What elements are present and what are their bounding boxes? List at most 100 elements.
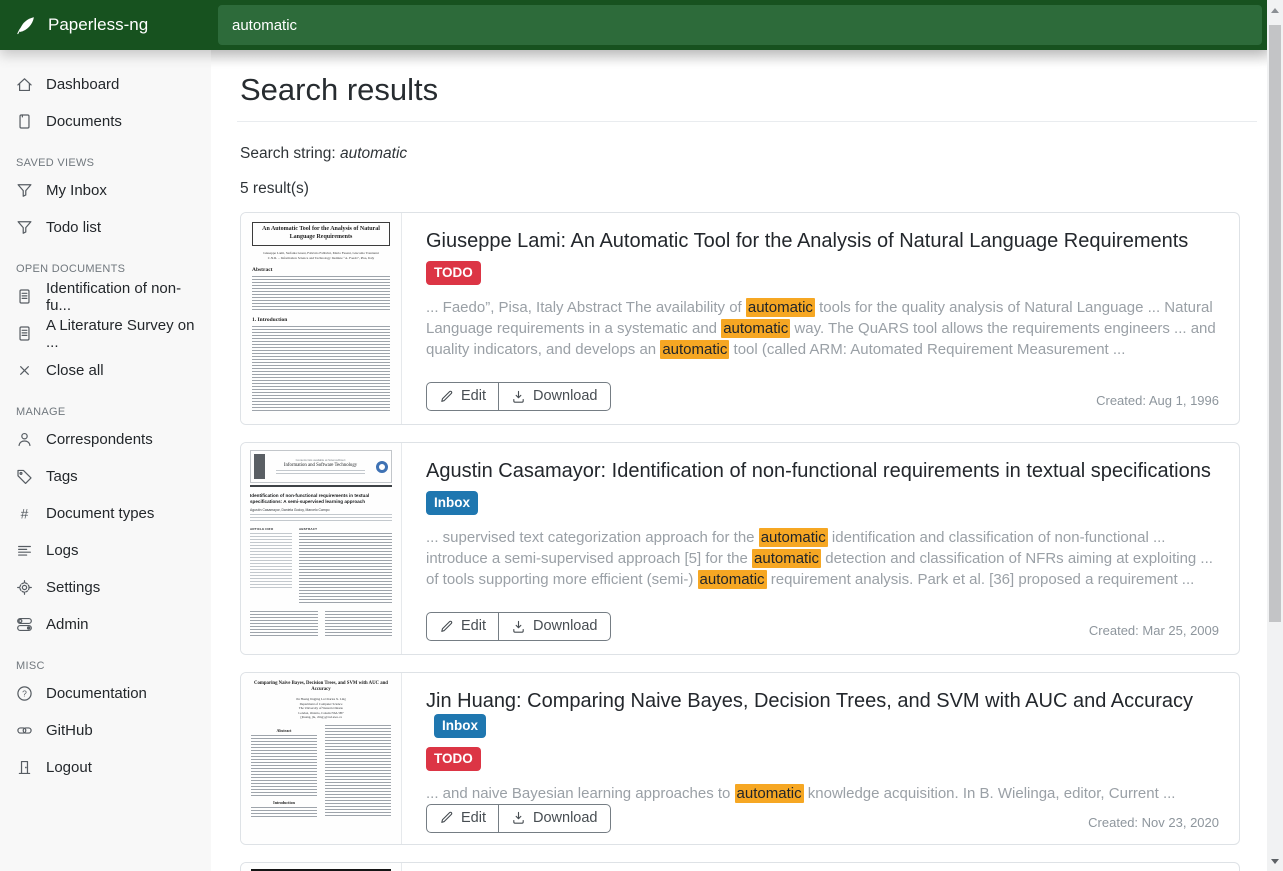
sidebar-item-correspondents[interactable]: Correspondents (0, 421, 211, 458)
sidebar-item-label: Documentation (46, 685, 147, 702)
app-title: Paperless-ng (48, 15, 148, 35)
document-thumbnail[interactable] (241, 863, 402, 871)
sidebar-item-admin[interactable]: Admin (0, 606, 211, 643)
top-bar: Paperless-ng (0, 0, 1267, 50)
tag-badge-inbox[interactable]: Inbox (434, 714, 486, 738)
thumb-paper-authors: Agustín Casamayor, Daniela Godoy, Marcel… (250, 508, 392, 512)
title-divider (237, 121, 1257, 122)
thumb-columns (250, 611, 392, 637)
document-title-link[interactable]: Jin Huang: Comparing Naive Bayes, Decisi… (426, 688, 1219, 740)
edit-button[interactable]: Edit (427, 383, 498, 410)
pencil-icon (439, 619, 454, 634)
scroll-up-button[interactable] (1267, 3, 1283, 17)
thumb-text-lines (250, 533, 292, 589)
tag-badge-todo[interactable]: TODO (426, 261, 481, 285)
sidebar-item-label: Logout (46, 759, 92, 776)
thumb-column (325, 725, 391, 819)
elsevier-logo (254, 454, 265, 479)
sidebar-item-settings[interactable]: Settings (0, 569, 211, 606)
sidebar-item-label: Tags (46, 468, 78, 485)
sidebar-item-logs[interactable]: Logs (0, 532, 211, 569)
download-button[interactable]: Download (498, 805, 610, 832)
result-body (402, 863, 1239, 871)
thumb-text-lines (325, 725, 391, 817)
tag-badge-todo[interactable]: TODO (426, 747, 481, 771)
thumb-page (241, 863, 401, 871)
thumb-columns: ARTICLE INFO ABSTRACT (250, 527, 392, 605)
card-footer: Edit Download Created: Nov 23, 2020 (426, 804, 1219, 833)
gear-icon (16, 579, 33, 596)
pencil-icon (439, 389, 454, 404)
paperless-app: Paperless-ng Dashboard Documents SAVED V… (0, 0, 1283, 871)
thumb-heading: Abstract (251, 728, 317, 733)
scrollbar-thumb[interactable] (1269, 25, 1281, 622)
sidebar-item-tags[interactable]: Tags (0, 458, 211, 495)
thumb-heading: Introduction (251, 800, 317, 805)
scroll-down-button[interactable] (1267, 854, 1283, 868)
sidebar-item-label: Close all (46, 362, 104, 379)
download-button[interactable]: Download (498, 383, 610, 410)
sidebar-item-label: Admin (46, 616, 89, 633)
sidebar-item-documentation[interactable]: ? Documentation (0, 675, 211, 712)
search-string-line: Search string: automatic (240, 143, 1240, 164)
feather-logo-icon (15, 14, 37, 36)
result-body: Giuseppe Lami: An Automatic Tool for the… (402, 213, 1239, 424)
scrollbar-track[interactable] (1267, 0, 1283, 871)
thumb-heading: ABSTRACT (299, 527, 392, 531)
toggles-icon (16, 616, 33, 633)
result-excerpt: ... Faedo”, Pisa, Italy Abstract The ava… (426, 297, 1219, 360)
results-list: An Automatic Tool for the Analysis of Na… (240, 212, 1240, 871)
house-icon (16, 76, 33, 93)
thumb-column: ARTICLE INFO (250, 527, 292, 605)
sidebar-item-dashboard[interactable]: Dashboard (0, 66, 211, 103)
thumb-heading: ARTICLE INFO (250, 527, 292, 531)
thumb-text-lines (299, 533, 392, 605)
thumb-column: ABSTRACT (299, 527, 392, 605)
created-value: Aug 1, 1996 (1149, 393, 1219, 408)
sidebar-item-logout[interactable]: Logout (0, 749, 211, 786)
thumb-journal-mid: Contents lists available at ScienceDirec… (268, 459, 373, 475)
thumb-page: An Automatic Tool for the Analysis of Na… (241, 213, 401, 424)
question-circle-icon: ? (16, 685, 33, 702)
search-result-card-partial (240, 862, 1240, 871)
thumb-text-lines (251, 807, 317, 819)
edit-button[interactable]: Edit (427, 805, 498, 832)
sidebar-item-label: Settings (46, 579, 100, 596)
sidebar-item-open-doc-2[interactable]: A Literature Survey on ... (0, 315, 211, 352)
sidebar-item-label: Document types (46, 505, 154, 522)
sidebar-item-close-all[interactable]: Close all (0, 352, 211, 389)
funnel-icon (16, 182, 33, 199)
sidebar-item-open-doc-1[interactable]: Identification of non-fu... (0, 278, 211, 315)
edit-label: Edit (461, 388, 486, 404)
created-value: Nov 23, 2020 (1142, 815, 1219, 830)
brand-link[interactable]: Paperless-ng (0, 14, 211, 36)
download-icon (511, 619, 526, 634)
tag-row: TODO (426, 261, 1219, 285)
sidebar-item-my-inbox[interactable]: My Inbox (0, 172, 211, 209)
page-title: Search results (240, 71, 1240, 108)
search-input[interactable] (218, 5, 1262, 45)
sidebar-item-label: Documents (46, 113, 122, 130)
sidebar-item-documents[interactable]: Documents (0, 103, 211, 140)
sidebar-item-label: Todo list (46, 219, 101, 236)
sidebar-item-todo-list[interactable]: Todo list (0, 209, 211, 246)
document-thumbnail[interactable]: An Automatic Tool for the Analysis of Na… (241, 213, 402, 424)
document-thumbnail[interactable]: Comparing Naive Bayes, Decision Trees, a… (241, 673, 402, 844)
edit-label: Edit (461, 810, 486, 826)
tag-badge-inbox[interactable]: Inbox (426, 491, 478, 515)
tag-row: TODO (426, 747, 1219, 771)
sidebar-item-document-types[interactable]: # Document types (0, 495, 211, 532)
document-title-link[interactable]: Agustin Casamayor: Identification of non… (426, 458, 1219, 484)
search-string-label: Search string: (240, 145, 336, 162)
thumb-page: Contents lists available at ScienceDirec… (241, 443, 401, 654)
download-button[interactable]: Download (498, 613, 610, 640)
edit-button[interactable]: Edit (427, 613, 498, 640)
sidebar-section-open-documents: OPEN DOCUMENTS (16, 263, 195, 275)
result-count: 5 result(s) (240, 178, 1240, 199)
document-thumbnail[interactable]: Contents lists available at ScienceDirec… (241, 443, 402, 654)
created-prefix: Created: (1096, 393, 1149, 408)
document-title-link[interactable]: Giuseppe Lami: An Automatic Tool for the… (426, 228, 1219, 254)
sidebar-item-github[interactable]: GitHub (0, 712, 211, 749)
thumb-text-lines (276, 470, 365, 474)
down-arrow-icon (1271, 859, 1279, 864)
